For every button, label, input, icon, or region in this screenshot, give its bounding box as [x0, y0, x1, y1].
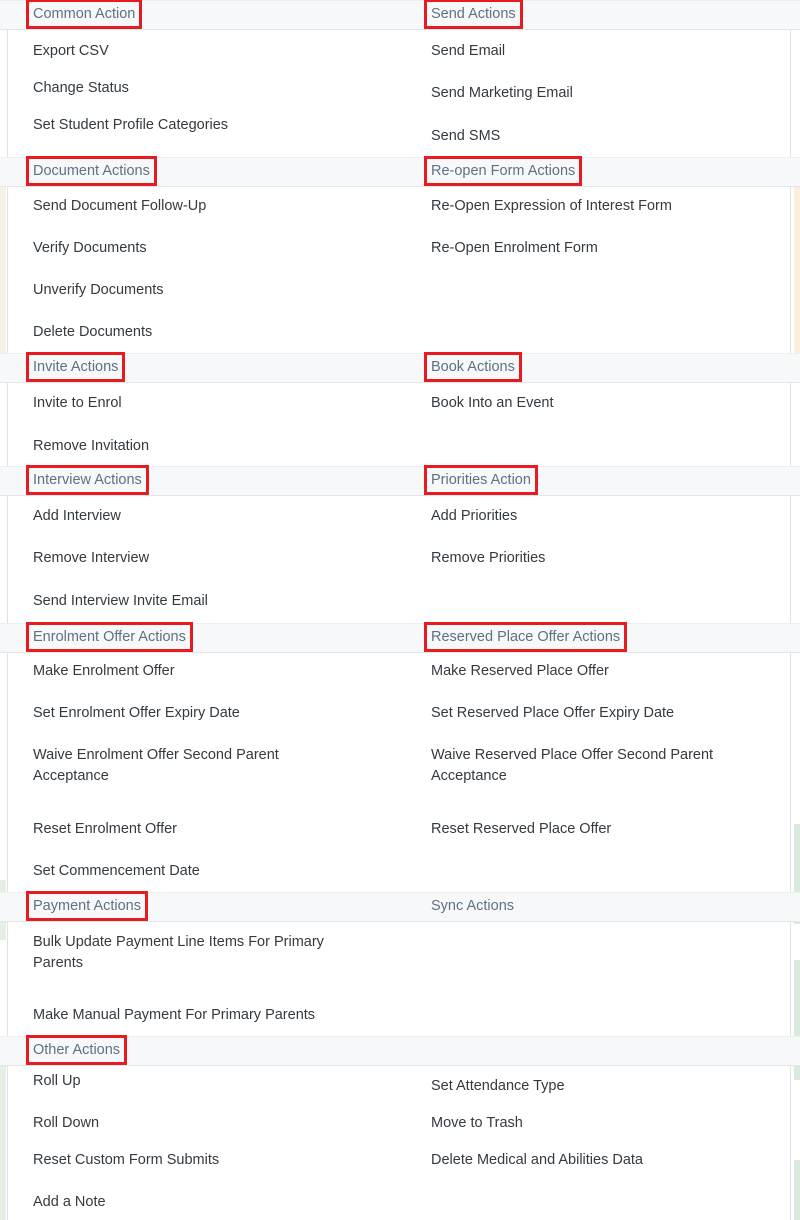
edge-artifact-left-0: [0, 180, 6, 355]
menu-item-invite-to-enrol[interactable]: Invite to Enrol: [33, 393, 413, 414]
menu-item-roll-up[interactable]: Roll Up: [33, 1071, 413, 1092]
section-header-re-open-form-actions: Re-open Form Actions: [423, 156, 583, 186]
menu-item-verify-documents[interactable]: Verify Documents: [33, 238, 413, 259]
menu-item-reset-reserved-place-offer[interactable]: Reset Reserved Place Offer: [431, 819, 786, 840]
section-header-enrolment-offer-actions: Enrolment Offer Actions: [26, 622, 193, 652]
section-header-book-actions: Book Actions: [424, 352, 522, 382]
menu-item-set-student-profile-categories[interactable]: Set Student Profile Categories: [33, 115, 413, 136]
menu-item-remove-invitation[interactable]: Remove Invitation: [33, 436, 413, 457]
menu-item-change-status[interactable]: Change Status: [33, 78, 413, 99]
menu-item-set-reserved-place-offer-expiry-date[interactable]: Set Reserved Place Offer Expiry Date: [431, 703, 786, 724]
menu-item-add-priorities[interactable]: Add Priorities: [431, 506, 786, 527]
section-header-document-actions: Document Actions: [26, 156, 157, 186]
section-header-sync-actions: Sync Actions: [431, 898, 515, 914]
section-header-send-actions: Send Actions: [424, 0, 523, 29]
menu-item-add-a-note[interactable]: Add a Note: [33, 1192, 413, 1213]
menu-item-remove-priorities[interactable]: Remove Priorities: [431, 548, 786, 569]
section-header-invite-actions: Invite Actions: [25, 352, 126, 382]
menu-item-move-to-trash[interactable]: Move to Trash: [431, 1113, 786, 1134]
menu-item-add-interview[interactable]: Add Interview: [33, 506, 413, 527]
menu-item-book-into-an-event[interactable]: Book Into an Event: [431, 393, 786, 414]
menu-item-remove-interview[interactable]: Remove Interview: [33, 548, 413, 569]
menu-item-reset-custom-form-submits[interactable]: Reset Custom Form Submits: [33, 1150, 413, 1171]
menu-item-roll-down[interactable]: Roll Down: [33, 1113, 413, 1134]
menu-item-send-email[interactable]: Send Email: [431, 41, 786, 62]
menu-item-set-commencement-date[interactable]: Set Commencement Date: [33, 861, 413, 882]
section-header-interview-actions: Interview Actions: [26, 465, 149, 495]
menu-item-re-open-enrolment-form[interactable]: Re-Open Enrolment Form: [431, 238, 786, 259]
menu-item-delete-medical-and-abilities-data[interactable]: Delete Medical and Abilities Data: [431, 1150, 786, 1171]
menu-item-unverify-documents[interactable]: Unverify Documents: [33, 280, 413, 301]
menu-item-set-attendance-type[interactable]: Set Attendance Type: [431, 1076, 786, 1097]
menu-item-make-manual-payment-for-primary-parents[interactable]: Make Manual Payment For Primary Parents: [33, 1005, 413, 1026]
menu-item-re-open-expression-of-interest-form[interactable]: Re-Open Expression of Interest Form: [431, 196, 786, 217]
edge-artifact-right-3: [794, 178, 800, 353]
section-header-payment-actions: Payment Actions: [26, 891, 148, 921]
bulk-actions-menu: Common Action Send Actions Export CSV Chang…: [0, 0, 800, 1220]
menu-item-delete-documents[interactable]: Delete Documents: [33, 322, 413, 343]
section-header-other-actions: Other Actions: [25, 1035, 128, 1065]
edge-artifact-right-6: [794, 1160, 800, 1220]
menu-item-waive-enrolment-offer-second-parent-acceptance[interactable]: Waive Enrolment Offer Second Parent Acce…: [33, 745, 413, 787]
menu-item-send-interview-invite-email[interactable]: Send Interview Invite Email: [33, 591, 413, 612]
menu-item-waive-reserved-place-offer-second-parent-acceptance[interactable]: Waive Reserved Place Offer Second Parent…: [431, 745, 786, 787]
menu-item-make-enrolment-offer[interactable]: Make Enrolment Offer: [33, 661, 413, 682]
menu-item-send-marketing-email[interactable]: Send Marketing Email: [431, 83, 786, 104]
menu-item-export-csv[interactable]: Export CSV: [33, 41, 413, 62]
section-header-band-invite-actions: [0, 353, 800, 383]
menu-item-send-document-follow-up[interactable]: Send Document Follow-Up: [33, 196, 413, 217]
menu-item-bulk-update-payment-line-items-for-primary-parents[interactable]: Bulk Update Payment Line Items For Prima…: [33, 932, 413, 974]
section-header-reserved-place-offer-actions: Reserved Place Offer Actions: [423, 622, 628, 652]
section-header-priorities-action: Priorities Action: [424, 465, 538, 495]
menu-item-make-reserved-place-offer[interactable]: Make Reserved Place Offer: [431, 661, 786, 682]
edge-artifact-left-2: [0, 1060, 6, 1220]
menu-item-send-sms[interactable]: Send SMS: [431, 126, 786, 147]
menu-item-reset-enrolment-offer[interactable]: Reset Enrolment Offer: [33, 819, 413, 840]
menu-item-set-enrolment-offer-expiry-date[interactable]: Set Enrolment Offer Expiry Date: [33, 703, 413, 724]
section-header-common-action: Common Action: [25, 0, 143, 29]
